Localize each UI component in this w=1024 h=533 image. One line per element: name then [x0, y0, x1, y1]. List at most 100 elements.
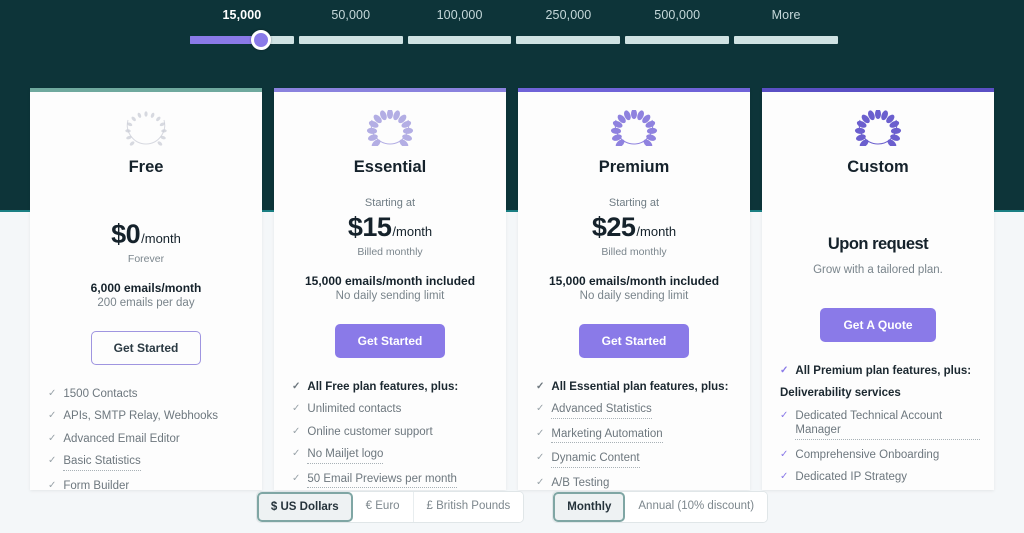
price-amount: $25 — [591, 212, 636, 242]
feature-item: ✓ Advanced Email Editor — [48, 432, 248, 446]
check-icon: ✓ — [292, 381, 301, 392]
starting-at-label: Starting at — [608, 197, 660, 209]
plan-name: Essential — [353, 158, 427, 176]
feature-item[interactable]: ✓ Dedicated Technical Account Manager — [780, 409, 980, 440]
card-accent-bar — [762, 88, 994, 92]
feature-label: 1500 Contacts — [63, 388, 138, 400]
price-note: Billed monthly — [357, 246, 423, 258]
check-icon: ✓ — [536, 381, 545, 392]
plan-name: Custom — [847, 158, 909, 176]
feature-label: Dedicated IP Strategy — [795, 470, 908, 483]
check-icon: ✓ — [780, 409, 789, 421]
slider-tick-1[interactable]: 50,000 — [331, 8, 370, 22]
card-accent-bar — [30, 88, 262, 92]
price-period: /month — [636, 224, 677, 239]
check-icon: ✓ — [292, 403, 301, 415]
slider-segment-3[interactable] — [516, 36, 621, 44]
feature-list: ✓ All Essential plan features, plus: ✓ Adva… — [518, 380, 750, 490]
slider-segment-1[interactable] — [298, 36, 403, 44]
check-icon: ✓ — [780, 470, 789, 482]
slider-tick-5[interactable]: More — [772, 8, 801, 22]
feature-label: Advanced Email Editor — [63, 432, 180, 445]
feature-item[interactable]: ✓ Basic Statistics — [48, 454, 248, 471]
feature-item: ✓ All Premium plan features, plus: — [780, 364, 980, 378]
check-icon: ✓ — [48, 410, 57, 422]
check-icon: ✓ — [780, 448, 789, 460]
plan-name: Free — [128, 158, 164, 176]
starting-at-label: Starting at — [364, 197, 416, 209]
feature-label: 50 Email Previews per month — [307, 472, 457, 488]
feature-label: No Mailjet logo — [307, 447, 384, 464]
price-row: $25/month — [592, 212, 676, 243]
slider-segment-2[interactable] — [407, 36, 512, 44]
slider-track[interactable] — [190, 36, 838, 44]
feature-label: All Premium plan features, plus: — [795, 365, 972, 377]
feature-label: Dynamic Content — [551, 451, 640, 468]
price-row: Upon request — [827, 235, 929, 254]
email-quota-note: 200 emails per day — [97, 297, 195, 309]
feature-list: ✓ All Free plan features, plus: ✓ Unlimited… — [274, 380, 506, 490]
price-amount: $15 — [347, 212, 392, 242]
feature-item: ✓ APIs, SMTP Relay, Webhooks — [48, 409, 248, 423]
feature-item[interactable]: ✓ Dynamic Content — [536, 451, 736, 468]
feature-label: Marketing Automation — [551, 427, 663, 444]
feature-label: Online customer support — [307, 425, 433, 438]
feature-item[interactable]: ✓ 50 Email Previews per month — [292, 472, 492, 488]
slider-segment-4[interactable] — [625, 36, 730, 44]
feature-item[interactable]: ✓ No Mailjet logo — [292, 447, 492, 464]
price-row: $15/month — [348, 212, 432, 243]
feature-item[interactable]: ✓ Marketing Automation — [536, 427, 736, 444]
check-icon: ✓ — [536, 403, 545, 415]
pricing-cards-row: Free $0/month Forever 6,000 emails/month 200… — [0, 88, 1024, 490]
slider-tick-2[interactable]: 100,000 — [437, 8, 483, 22]
pricing-card-essential: Essential Starting at $15/month Billed mont… — [274, 88, 506, 490]
slider-tick-3[interactable]: 250,000 — [545, 8, 591, 22]
feature-item: Deliverability services — [780, 386, 980, 400]
currency-option-1[interactable]: € Euro — [352, 492, 414, 522]
feature-list: ✓ All Premium plan features, plus: Deliver… — [762, 364, 994, 490]
pricing-card-premium: Premium Starting at $25/month Billed monthl… — [518, 88, 750, 490]
cta-button-premium[interactable]: Get Started — [578, 324, 690, 358]
cta-button-free[interactable]: Get Started — [90, 331, 202, 365]
feature-label: A/B Testing — [551, 476, 609, 491]
email-quota-note: No daily sending limit — [579, 290, 689, 302]
feature-label: Dedicated Technical Account Manager — [795, 409, 980, 440]
feature-item[interactable]: ✓ Advanced Statistics — [536, 402, 736, 419]
feature-item[interactable]: ✓ Form Builder — [48, 479, 248, 491]
feature-label: Advanced Statistics — [551, 402, 652, 419]
email-volume-slider[interactable]: 15,000 50,000 100,000 250,000 500,000 More — [190, 8, 838, 56]
check-icon: ✓ — [48, 455, 57, 467]
card-accent-bar — [518, 88, 750, 92]
slider-tick-0[interactable]: 15,000 — [222, 8, 261, 22]
laurel-wreath-icon — [120, 110, 172, 146]
slider-segment-0[interactable] — [190, 36, 294, 44]
feature-item[interactable]: ✓ A/B Testing — [536, 476, 736, 491]
feature-item: ✓ Unlimited contacts — [292, 402, 492, 416]
laurel-wreath-icon — [852, 108, 904, 148]
check-icon: ✓ — [48, 388, 57, 399]
check-icon: ✓ — [292, 448, 301, 460]
currency-selector[interactable]: $ US Dollars € Euro £ British Pounds — [255, 491, 525, 523]
laurel-wreath-icon — [608, 108, 660, 148]
check-icon: ✓ — [292, 425, 301, 437]
billing-period-selector[interactable]: Monthly Annual (10% discount) — [552, 491, 769, 523]
feature-label: Deliverability services — [780, 387, 901, 400]
cta-button-custom[interactable]: Get A Quote — [820, 308, 936, 342]
slider-tick-4[interactable]: 500,000 — [654, 8, 700, 22]
billing-option-0[interactable]: Monthly — [553, 492, 626, 522]
feature-label: All Free plan features, plus: — [307, 381, 459, 393]
billing-option-1[interactable]: Annual (10% discount) — [625, 492, 768, 522]
price-amount: Upon request — [827, 235, 929, 253]
feature-item: ✓ Comprehensive Onboarding — [780, 448, 980, 462]
slider-segment-5[interactable] — [734, 36, 838, 44]
feature-label: Form Builder — [63, 479, 129, 491]
price-amount: $0 — [111, 219, 141, 249]
feature-label: Unlimited contacts — [307, 403, 402, 416]
currency-option-2[interactable]: £ British Pounds — [413, 492, 524, 522]
check-icon: ✓ — [780, 365, 789, 376]
check-icon: ✓ — [536, 452, 545, 464]
slider-thumb[interactable] — [251, 30, 271, 50]
pricing-card-custom: Custom Upon request Grow with a tailored p… — [762, 88, 994, 490]
cta-button-essential[interactable]: Get Started — [334, 324, 446, 358]
currency-option-0[interactable]: $ US Dollars — [256, 492, 353, 522]
